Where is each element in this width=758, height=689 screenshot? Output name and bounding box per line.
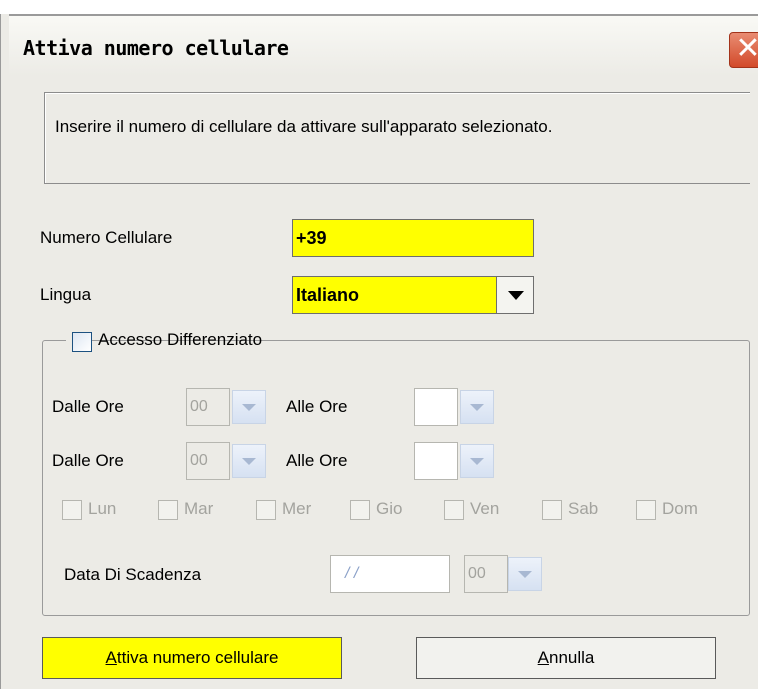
scadenza-ora-select[interactable]: 00 [464,555,508,593]
day-label-mer: Mer [282,499,312,518]
close-icon[interactable]: ✕ [729,32,758,68]
numero-cellulare-label: Numero Cellulare [40,228,173,247]
data-scadenza-input[interactable]: / / [330,555,450,593]
day-checkbox-lun[interactable] [62,500,82,520]
lingua-select[interactable]: Italiano [292,276,497,314]
day-checkbox-mar[interactable] [158,500,178,520]
attiva-mnemonic: A [105,648,117,667]
day-checkbox-mer[interactable] [256,500,276,520]
chevron-down-icon[interactable] [232,444,266,478]
title-bar[interactable]: Attiva numero cellulare ✕ [9,14,758,76]
day-checkbox-gio[interactable] [350,500,370,520]
window-title: Attiva numero cellulare [23,36,289,60]
info-panel: Inserire il numero di cellulare da attiv… [44,92,750,184]
dalle-ore-select-2[interactable]: 00 [186,442,230,480]
dalle-ore-select-1[interactable]: 00 [186,388,230,426]
day-checkbox-ven[interactable] [444,500,464,520]
accesso-differenziato-checkbox[interactable] [72,332,92,352]
day-label-gio: Gio [376,499,403,518]
chevron-down-icon[interactable] [508,557,542,591]
attiva-button-label: ttiva numero cellulare [116,648,279,667]
alle-ore-label-2: Alle Ore [286,451,348,470]
alle-ore-select-1[interactable] [414,388,458,426]
day-label-sab: Sab [568,499,599,518]
chevron-down-icon[interactable] [460,444,494,478]
dalle-ore-label-1: Dalle Ore [52,397,124,416]
day-label-lun: Lun [88,499,117,518]
day-label-dom: Dom [662,499,698,518]
day-checkbox-dom[interactable] [636,500,656,520]
alle-ore-select-2[interactable] [414,442,458,480]
accesso-differenziato-label: Accesso Differenziato [98,330,263,349]
day-checkbox-sab[interactable] [542,500,562,520]
attiva-numero-cellulare-button[interactable]: Attiva numero cellulare [42,637,342,679]
chevron-down-icon[interactable] [496,276,534,314]
chevron-down-icon[interactable] [460,390,494,424]
annulla-button[interactable]: Annulla [416,637,716,679]
data-scadenza-label: Data Di Scadenza [64,565,202,584]
accesso-differenziato-legend: Accesso Differenziato [66,330,262,356]
annulla-mnemonic: A [537,648,549,667]
info-text: Inserire il numero di cellulare da attiv… [55,117,553,136]
lingua-label: Lingua [40,285,92,304]
dalle-ore-label-2: Dalle Ore [52,451,124,470]
day-label-ven: Ven [470,499,500,518]
day-label-mar: Mar [184,499,214,518]
annulla-button-label: nnulla [548,648,595,667]
chevron-down-icon[interactable] [232,390,266,424]
numero-cellulare-input[interactable]: +39 [292,219,534,257]
alle-ore-label-1: Alle Ore [286,397,348,416]
